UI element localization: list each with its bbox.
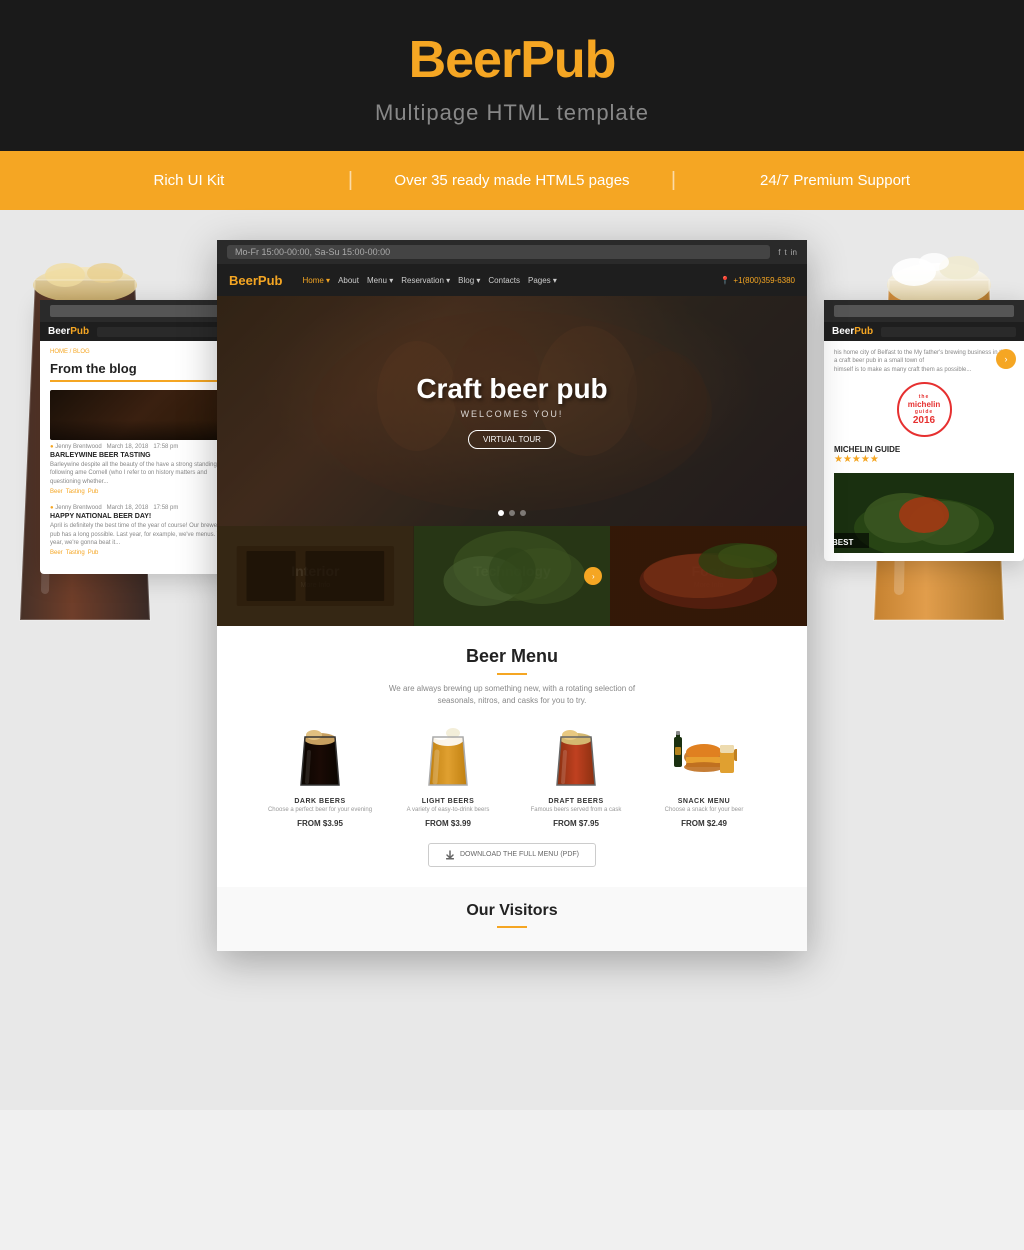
top-header: BeerPub Multipage HTML template	[0, 0, 1024, 151]
hero-dots	[498, 510, 526, 516]
blog-browser-topbar	[40, 300, 240, 322]
blog-panel: HOME / BLOG From the blog ● Jenny Brentw…	[40, 341, 240, 574]
blog-item-1: ● Jenny Brentwood March 18, 2018 17:58 p…	[50, 390, 230, 495]
blog-heading: From the blog	[50, 361, 230, 382]
dot-3[interactable]	[520, 510, 526, 516]
dark-beer-desc: Choose a perfect beer for your evening	[260, 807, 380, 815]
draft-beer-name: DRAFT BEERS	[516, 798, 636, 805]
draft-beer-price: FROM $7.95	[516, 819, 636, 828]
virtual-tour-button[interactable]: VIRTUAL TOUR	[468, 430, 556, 449]
nav-contacts[interactable]: Contacts	[488, 276, 520, 285]
blog-post-1-text: Barleywine despite all the beauty of the…	[50, 461, 230, 486]
panel-interior[interactable]: Interior More Info	[217, 526, 414, 626]
visitors-title: Our Visitors	[232, 902, 792, 920]
beer-menu-title: Beer Menu	[232, 646, 792, 667]
light-beer-price: FROM $3.99	[388, 819, 508, 828]
panel-technology[interactable]: Technology More Info ›	[414, 526, 611, 626]
blog-site-logo: BeerPub	[48, 326, 89, 337]
dark-beer-name: DARK BEERS	[260, 798, 380, 805]
snack-name: SNACK MENU	[644, 798, 764, 805]
michelin-badge: the michelin guide 2016	[834, 382, 1014, 437]
michelin-text: his home city of Belfast to the My fathe…	[834, 349, 1014, 374]
michelin-browser: BeerPub › his home city of Belfast to th…	[824, 300, 1024, 561]
section-underline	[497, 673, 527, 675]
blog-post-1-title: BARLEYWINE BEER TASTING	[50, 452, 230, 459]
draft-beer-glass	[516, 722, 636, 792]
food-image: BEST	[834, 473, 1014, 553]
light-beer-name: LIGHT BEERS	[388, 798, 508, 805]
blog-post-2-text: April is definitely the best time of the…	[50, 522, 230, 547]
panel-arrow[interactable]: ›	[584, 567, 602, 585]
feature-panels: Interior More Info Technology More Info …	[217, 526, 807, 626]
light-beer-desc: A variety of easy-to-drink beers	[388, 807, 508, 815]
beer-item-draft: DRAFT BEERS Famous beers served from a c…	[516, 722, 636, 828]
hero-subtitle: WELCOMES YOU!	[416, 409, 607, 419]
beer-items-list: DARK BEERS Choose a perfect beer for you…	[232, 722, 792, 828]
blog-tags-2: Beer Tasting Pub	[50, 550, 230, 556]
feature-divider-1: |	[348, 169, 353, 192]
main-browser: Mo-Fr 15:00-00:00, Sa-Su 15:00-00:00 f t…	[217, 240, 807, 951]
light-beer-glass	[388, 722, 508, 792]
nav-menu[interactable]: Menu ▾	[367, 276, 393, 285]
dot-1[interactable]	[498, 510, 504, 516]
blog-tags-1: Beer Tasting Pub	[50, 489, 230, 495]
michelin-label: MICHELIN GUIDE	[834, 445, 1014, 454]
hero-title: Craft beer pub	[416, 373, 607, 405]
nav-pages[interactable]: Pages ▾	[528, 276, 557, 285]
showcase-area: BeerPub HOME / BLOG From the blog ● Jenn…	[0, 210, 1024, 1110]
browser-address: Mo-Fr 15:00-00:00, Sa-Su 15:00-00:00	[227, 245, 770, 259]
michelin-arrow-button[interactable]: ›	[996, 349, 1016, 369]
nav-phone: 📍 +1(800)359-6380	[720, 276, 795, 285]
main-subtitle: Multipage HTML template	[20, 100, 1004, 126]
snack-price: FROM $2.49	[644, 819, 764, 828]
nav-blog[interactable]: Blog ▾	[458, 276, 480, 285]
browser-topbar: Mo-Fr 15:00-00:00, Sa-Su 15:00-00:00 f t…	[217, 240, 807, 264]
hero-section: Craft beer pub WELCOMES YOU! VIRTUAL TOU…	[217, 296, 807, 526]
download-menu-button[interactable]: DOWNLOAD THE FULL MENU (PDF)	[428, 843, 596, 867]
beer-menu-desc: We are always brewing up something new, …	[387, 683, 637, 707]
feature-item-3: 24/7 Premium Support	[686, 172, 984, 189]
snack-desc: Choose a snack for your beer	[644, 807, 764, 815]
download-icon	[445, 850, 455, 860]
michelin-panel: › his home city of Belfast to the My fat…	[824, 341, 1024, 561]
feature-divider-2: |	[671, 169, 676, 192]
site-logo: BeerPub	[229, 273, 282, 288]
main-logo: BeerPub	[20, 30, 1004, 90]
visitors-section: Our Visitors	[217, 887, 807, 951]
beer-item-light: LIGHT BEERS A variety of easy-to-drink b…	[388, 722, 508, 828]
visitors-underline	[497, 926, 527, 928]
snack-item-image	[644, 722, 764, 792]
nav-links: Home ▾ About Menu ▾ Reservation ▾ Blog ▾…	[302, 276, 720, 285]
dot-2[interactable]	[509, 510, 515, 516]
feature-item-1: Rich UI Kit	[40, 172, 338, 189]
blog-breadcrumb: HOME / BLOG	[50, 349, 230, 355]
blog-browser: BeerPub HOME / BLOG From the blog ● Jenn…	[40, 300, 240, 574]
logo-accent: Pub	[520, 31, 615, 89]
dark-beer-price: FROM $3.95	[260, 819, 380, 828]
feature-item-2: Over 35 ready made HTML5 pages	[363, 172, 661, 189]
site-navigation: BeerPub Home ▾ About Menu ▾ Reservation …	[217, 264, 807, 296]
michelin-stars: ★★★★★	[834, 454, 1014, 465]
svg-text:BEST: BEST	[834, 538, 853, 547]
logo-text: Beer	[409, 31, 521, 89]
nav-reservation[interactable]: Reservation ▾	[401, 276, 450, 285]
nav-home[interactable]: Home ▾	[302, 276, 330, 285]
blog-post-2-title: HAPPY NATIONAL BEER DAY!	[50, 513, 230, 520]
blog-item-2: ● Jenny Brentwood March 18, 2018 17:58 p…	[50, 505, 230, 556]
blog-image-1	[50, 390, 230, 440]
draft-beer-desc: Famous beers served from a cask	[516, 807, 636, 815]
beer-menu-section: Beer Menu We are always brewing up somet…	[217, 626, 807, 887]
nav-about[interactable]: About	[338, 276, 359, 285]
hero-content: Craft beer pub WELCOMES YOU! VIRTUAL TOU…	[416, 373, 607, 449]
beer-item-snack: SNACK MENU Choose a snack for your beer …	[644, 722, 764, 828]
michelin-site-logo: BeerPub	[832, 326, 873, 337]
feature-bar: Rich UI Kit | Over 35 ready made HTML5 p…	[0, 151, 1024, 210]
michelin-browser-topbar	[824, 300, 1024, 322]
dark-beer-glass	[260, 722, 380, 792]
michelin-circle: the michelin guide 2016	[897, 382, 952, 437]
panel-food[interactable]: Food More Info	[610, 526, 807, 626]
beer-item-dark: DARK BEERS Choose a perfect beer for you…	[260, 722, 380, 828]
